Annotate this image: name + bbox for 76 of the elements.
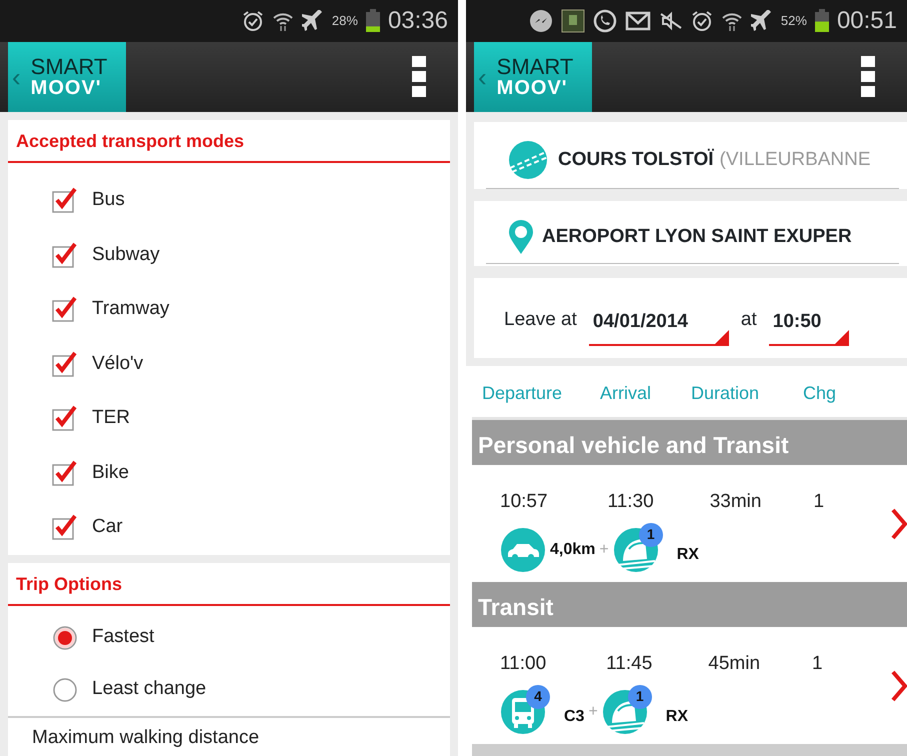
departure-time: 10:57 [500,490,548,514]
arrival-time: 11:45 [606,652,652,676]
chat-bubble-icon [528,9,553,33]
back-icon: ‹ [478,64,487,90]
back-icon: ‹ [12,64,21,90]
destination-name: AEROPORT LYON SAINT EXUPER [542,224,852,249]
battery-percentage: 52% [780,12,807,30]
battery-percentage: 28% [332,12,358,30]
option-label: TER [92,406,130,430]
section-title: Accepted transport modes [8,120,450,163]
alarm-icon [242,10,264,32]
section-title: Trip Options [8,562,450,606]
logo-text: MOOV' [496,78,569,98]
option-label: Fastest [92,625,154,650]
option-label: Bike [92,460,129,484]
battery-icon [814,9,829,33]
location-pin-icon [506,219,536,255]
menu-icon[interactable] [412,56,426,98]
chevron-right-icon [891,508,907,540]
clock: 00:51 [836,6,897,36]
section-header: Personal vehicle and Transit [472,420,907,465]
checkbox[interactable] [52,460,78,486]
mute-icon [658,10,683,32]
alarm-icon [690,10,713,32]
airplane-icon [302,10,324,32]
radio-button[interactable] [52,624,78,650]
departure-time: 11:00 [500,652,546,676]
logo-text: MOOV' [30,78,103,98]
checkbox[interactable] [52,514,78,540]
option-label: Least change [92,677,206,702]
checkbox[interactable] [52,242,78,268]
option-label: Bus [92,188,125,212]
leg-label: RX [666,706,688,727]
date-field[interactable]: 04/01/2014 [588,308,729,346]
change-count: 1 [813,490,824,514]
dropdown-corner-icon [834,330,849,344]
checkbox[interactable] [52,187,78,214]
option-label: Subway [92,242,160,266]
clock: 03:36 [388,6,448,36]
logo-text: SMART [30,56,108,78]
time-field[interactable]: 10:50 [768,308,849,346]
radio-button[interactable] [52,676,78,702]
leg-label: 4,0km [550,540,596,560]
change-count: 1 [812,652,823,676]
at-label: at [740,308,757,332]
arrival-time: 11:30 [608,490,654,514]
trip-duration: 45min [708,652,760,676]
dropdown-corner-icon [714,330,729,344]
menu-icon[interactable] [861,56,875,98]
leave-label: Leave at [504,308,577,332]
airplane-icon [750,10,773,32]
checkbox[interactable] [52,350,78,377]
trip-duration: 33min [710,490,762,514]
logo-text: SMART [496,56,574,78]
origin-detail: (VILLEURBANNE [720,148,871,172]
origin-name: COURS TOLSTOÏ [558,148,714,172]
option-label: Tramway [92,297,170,321]
setting-label: Maximum walking distance [32,726,260,748]
mail-icon [624,10,651,32]
section-header: Transit [472,582,907,627]
battery-icon [366,9,380,33]
car-icon [500,526,546,573]
chevron-right-icon [891,670,907,702]
checkbox[interactable] [52,405,78,432]
app-icon [560,9,585,33]
plus-sign: + [588,702,598,722]
count-badge: 4 [526,684,550,709]
leg-label: RX [676,544,699,565]
leg-label: C3 [564,706,584,727]
plus-sign: + [599,540,609,560]
phone-bubble-icon [592,9,617,33]
count-badge: 1 [638,522,663,547]
count-badge: 1 [628,684,652,709]
option-label: Vélo'v [92,352,144,376]
option-label: Car [92,515,123,539]
checkbox[interactable] [52,296,78,322]
